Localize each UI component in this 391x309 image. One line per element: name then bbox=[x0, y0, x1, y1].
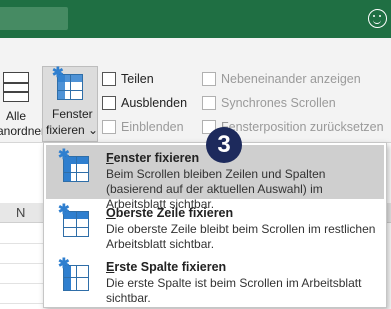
title-bar bbox=[0, 0, 391, 38]
hide-button[interactable]: Ausblenden bbox=[102, 96, 187, 110]
arrange-all-label-2: anordnen bbox=[0, 124, 48, 138]
menu-item-title: Erste Spalte fixieren bbox=[106, 260, 227, 274]
menu-item-freeze-top-row[interactable]: ✱ Oberste Zeile fixieren Die oberste Zei… bbox=[46, 200, 384, 254]
feedback-smiley-icon[interactable] bbox=[368, 9, 387, 28]
arrange-all-label-1: Alle bbox=[6, 109, 27, 123]
hide-icon bbox=[102, 96, 116, 110]
split-icon bbox=[102, 72, 116, 86]
menu-item-title: Oberste Zeile fixieren bbox=[106, 206, 234, 220]
freeze-first-column-icon: ✱ bbox=[58, 256, 89, 291]
unhide-label: Einblenden bbox=[121, 120, 184, 134]
side-by-side-icon bbox=[202, 72, 216, 86]
grid-line bbox=[0, 303, 44, 304]
freeze-panes-label-2: fixieren ⌄ bbox=[46, 123, 99, 137]
freeze-panes-dropdown: ✱ Fenster fixieren Beim Scrollen bleiben… bbox=[43, 142, 387, 308]
side-by-side-label: Nebeneinander anzeigen bbox=[221, 72, 361, 86]
unhide-icon bbox=[102, 120, 116, 134]
view-side-by-side-button[interactable]: Nebeneinander anzeigen bbox=[202, 72, 361, 86]
sync-scroll-label: Synchrones Scrollen bbox=[221, 96, 336, 110]
grid-line bbox=[0, 263, 44, 264]
grid-line bbox=[0, 243, 44, 244]
split-button[interactable]: Teilen bbox=[102, 72, 154, 86]
reset-position-label: Fensterposition zurücksetzen bbox=[221, 120, 384, 134]
step-number-badge: 3 bbox=[206, 127, 242, 163]
freeze-panes-button[interactable]: ✱ Fenster fixieren ⌄ bbox=[42, 65, 99, 142]
freeze-top-row-icon: ✱ bbox=[58, 202, 89, 237]
menu-item-description: Die erste Spalte ist beim Scrollen im Ar… bbox=[106, 276, 362, 305]
grid-line bbox=[0, 283, 44, 284]
menu-item-description: Die oberste Zeile bleibt beim Scrollen i… bbox=[106, 222, 376, 251]
column-header-n[interactable]: N bbox=[16, 205, 25, 220]
freeze-panes-label-1: Fenster bbox=[52, 107, 93, 121]
search-box[interactable] bbox=[0, 7, 68, 30]
sync-scroll-icon bbox=[202, 96, 216, 110]
freeze-panes-icon: ✱ bbox=[58, 147, 89, 182]
arrange-all-icon bbox=[3, 72, 29, 102]
unhide-button[interactable]: Einblenden bbox=[102, 120, 184, 134]
menu-item-title: Fenster fixieren bbox=[106, 151, 200, 165]
hide-label: Ausblenden bbox=[121, 96, 188, 110]
synchronous-scrolling-button[interactable]: Synchrones Scrollen bbox=[202, 96, 336, 110]
menu-item-freeze-first-column[interactable]: ✱ Erste Spalte fixieren Die erste Spalte… bbox=[46, 254, 384, 308]
freeze-panes-icon: ✱ bbox=[52, 65, 83, 100]
split-label: Teilen bbox=[121, 72, 154, 86]
